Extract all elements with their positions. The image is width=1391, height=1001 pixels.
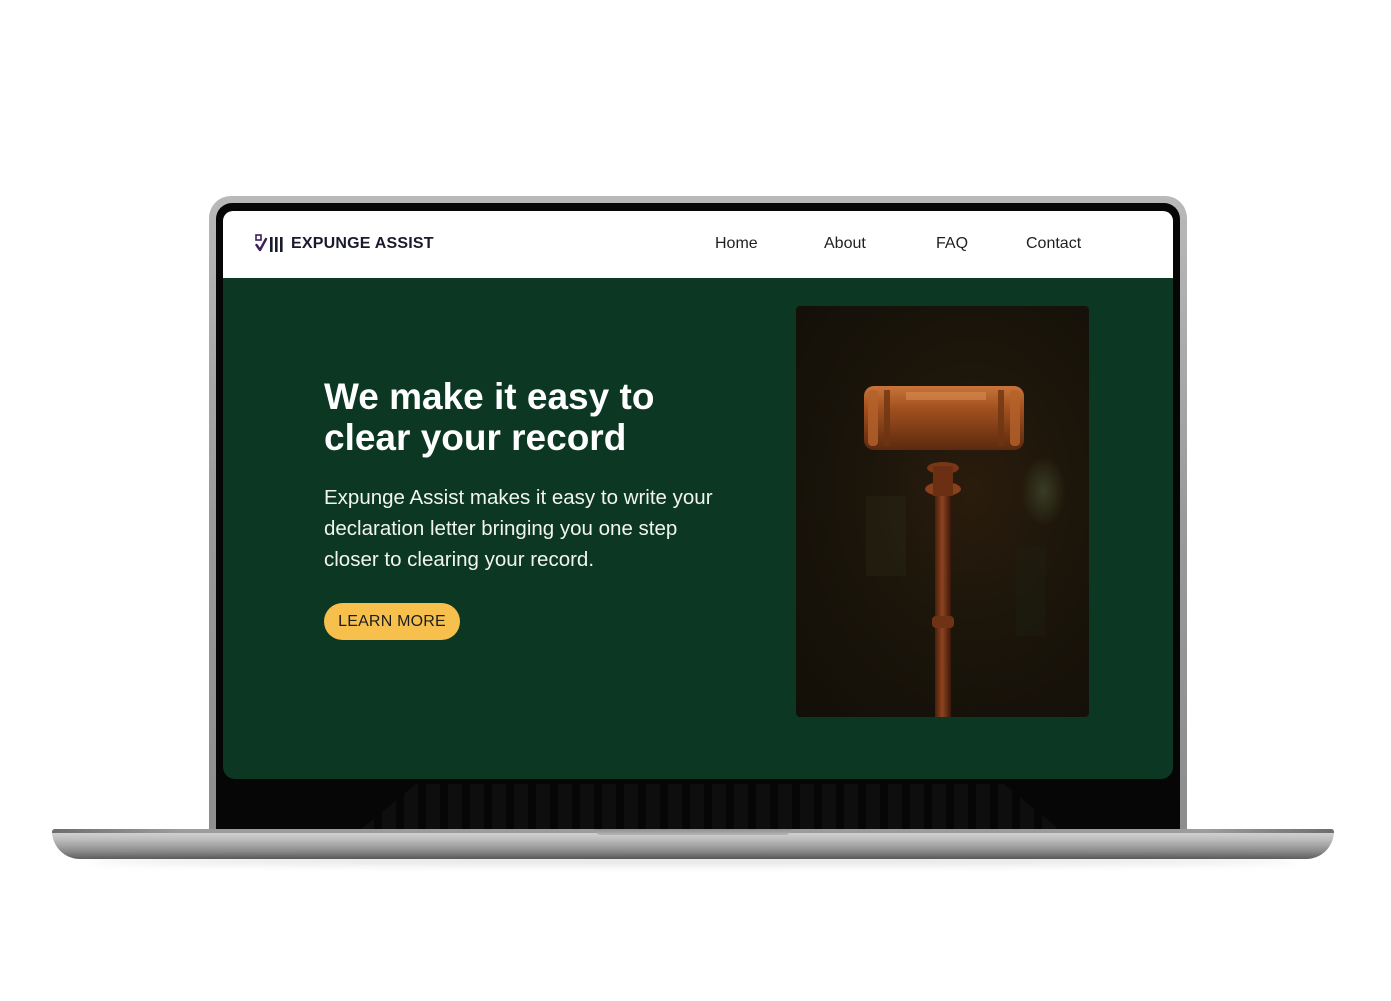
- laptop-notch: [595, 829, 791, 835]
- hero-title: We make it easy to clear your record: [324, 376, 655, 458]
- keyboard-reflection: [360, 784, 1060, 830]
- laptop-screen: EXPUNGE ASSIST Home About FAQ Contact We…: [223, 211, 1173, 779]
- laptop-mockup: EXPUNGE ASSIST Home About FAQ Contact We…: [0, 0, 1391, 1001]
- nav-link-home[interactable]: Home: [715, 235, 758, 253]
- hero-description: Expunge Assist makes it easy to write yo…: [324, 486, 713, 571]
- gavel-image: [796, 306, 1089, 717]
- nav-link-contact[interactable]: Contact: [1026, 235, 1081, 253]
- main-nav: Home About FAQ Contact: [223, 235, 1173, 257]
- learn-more-button[interactable]: LEARN MORE: [324, 603, 460, 640]
- nav-link-about[interactable]: About: [824, 235, 866, 253]
- gavel-illustration: [864, 386, 1066, 717]
- site-header: EXPUNGE ASSIST Home About FAQ Contact: [223, 211, 1173, 278]
- nav-link-faq[interactable]: FAQ: [936, 235, 968, 253]
- laptop-shadow: [90, 857, 1296, 865]
